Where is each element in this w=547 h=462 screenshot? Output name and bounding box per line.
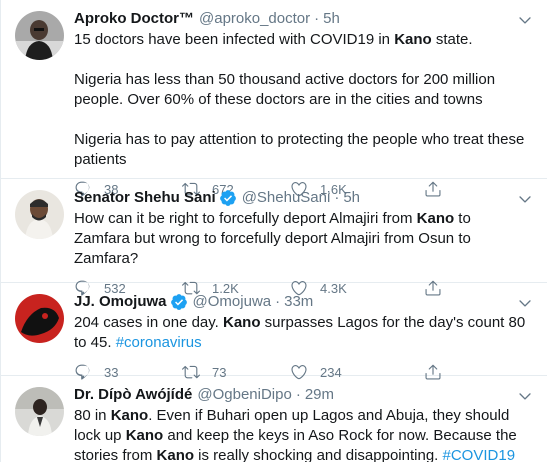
tweet-text: 204 cases in one day. Kano surpasses Lag… — [74, 313, 535, 353]
author-name[interactable]: Dr. Dípò Awójídé — [74, 385, 192, 405]
text-run: Nigeria has less than 50 thousand active… — [74, 71, 496, 108]
hashtag-link[interactable]: #COVID19 — [443, 447, 516, 462]
tweet-time[interactable]: 29m — [305, 385, 334, 405]
author-handle[interactable]: @aproko_doctor — [199, 9, 310, 29]
chevron-down-icon[interactable] — [517, 191, 533, 207]
highlighted-keyword: Kano — [125, 427, 164, 444]
author-handle[interactable]: @OgbeniDipo — [197, 385, 291, 405]
tweet-paragraph: Nigeria has less than 50 thousand active… — [74, 70, 527, 110]
tweet-paragraph: 80 in Kano. Even if Buhari open up Lagos… — [74, 406, 527, 462]
tweet-text: 15 doctors have been infected with COVID… — [74, 30, 535, 170]
avatar[interactable] — [15, 294, 64, 343]
tweet-header: Senator Shehu Sani @ShehuSani · 5h — [74, 188, 535, 208]
tweet-paragraph: 204 cases in one day. Kano surpasses Lag… — [74, 313, 527, 353]
separator-dot: · — [295, 386, 301, 403]
text-run: state. — [431, 31, 473, 48]
verified-badge-icon — [170, 293, 188, 311]
text-run: Nigeria has to pay attention to protecti… — [74, 131, 525, 168]
tweet-text: How can it be right to forcefully deport… — [74, 209, 535, 269]
text-run: How can it be right to forcefully deport… — [74, 210, 417, 227]
text-run: 15 doctors have been infected with COVID… — [74, 31, 395, 48]
text-run: is really shocking and disappointing. — [194, 447, 443, 462]
tweet-header: JJ. Omojuwa @Omojuwa · 33m — [74, 292, 535, 312]
verified-badge-icon — [219, 189, 237, 207]
tweet-paragraph: How can it be right to forcefully deport… — [74, 209, 527, 269]
tweet[interactable]: Aproko Doctor™ @aproko_doctor · 5h 15 do… — [1, 0, 547, 197]
author-name[interactable]: JJ. Omojuwa — [74, 292, 167, 312]
tweet-header: Dr. Dípò Awójídé @OgbeniDipo · 29m — [74, 385, 535, 405]
tweet-time[interactable]: 5h — [323, 9, 340, 29]
tweet[interactable]: Senator Shehu Sani @ShehuSani · 5h How c… — [1, 179, 547, 296]
tweet[interactable]: JJ. Omojuwa @Omojuwa · 33m 204 cases in … — [1, 283, 547, 380]
author-name[interactable]: Senator Shehu Sani — [74, 188, 216, 208]
text-run: 80 in — [74, 407, 111, 424]
chevron-down-icon[interactable] — [517, 12, 533, 28]
highlighted-keyword: Kano — [394, 31, 432, 48]
tweet-text: 80 in Kano. Even if Buhari open up Lagos… — [74, 406, 535, 462]
separator-dot: · — [334, 189, 340, 206]
tweet-time[interactable]: 33m — [284, 292, 313, 312]
author-handle[interactable]: @Omojuwa — [193, 292, 272, 312]
chevron-down-icon[interactable] — [517, 388, 533, 404]
hashtag-link[interactable]: #coronavirus — [116, 334, 202, 351]
separator-dot: · — [275, 293, 281, 310]
tweet-paragraph: Nigeria has to pay attention to protecti… — [74, 130, 527, 170]
tweet-feed: Aproko Doctor™ @aproko_doctor · 5h 15 do… — [0, 0, 547, 462]
text-run: 204 cases in one day. — [74, 314, 223, 331]
author-name[interactable]: Aproko Doctor™ — [74, 9, 194, 29]
highlighted-keyword: Kano — [223, 314, 261, 331]
tweet-paragraph: 15 doctors have been infected with COVID… — [74, 30, 527, 50]
tweet-header: Aproko Doctor™ @aproko_doctor · 5h — [74, 9, 535, 29]
tweet-time[interactable]: 5h — [343, 188, 360, 208]
separator-dot: · — [314, 10, 320, 27]
highlighted-keyword: Kano — [110, 407, 149, 424]
chevron-down-icon[interactable] — [517, 295, 533, 311]
tweet[interactable]: Dr. Dípò Awójídé @OgbeniDipo · 29m 80 in… — [1, 376, 547, 462]
author-handle[interactable]: @ShehuSani — [242, 188, 331, 208]
avatar[interactable] — [15, 387, 64, 436]
highlighted-keyword: Kano — [416, 210, 455, 227]
avatar[interactable] — [15, 190, 64, 239]
avatar[interactable] — [15, 11, 64, 60]
highlighted-keyword: Kano — [156, 447, 195, 462]
